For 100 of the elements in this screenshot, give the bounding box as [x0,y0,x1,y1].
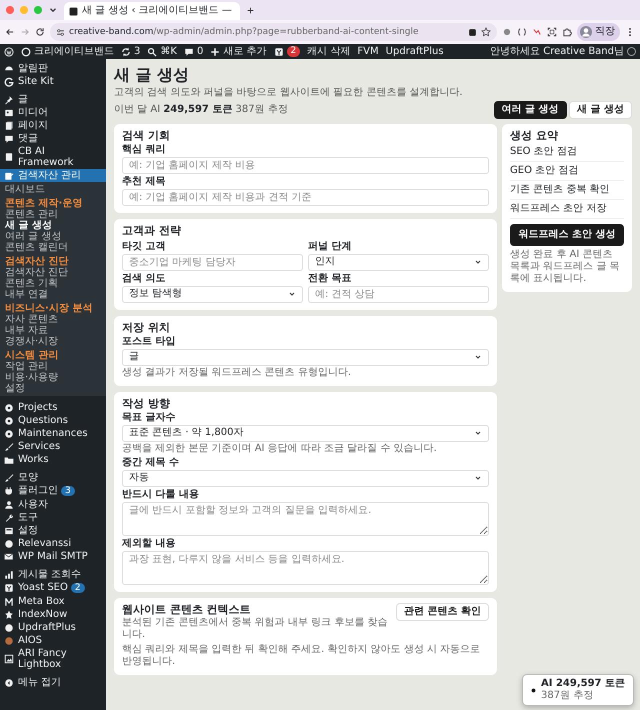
select-field[interactable]: 인지 [308,254,489,271]
profile-button[interactable]: 직장 [577,23,620,41]
sidebar-menu-item[interactable]: Questions [0,414,106,427]
text-area[interactable]: 글에 반드시 포함할 정보와 고객의 질문을 입력하세요. [122,502,489,536]
submenu-item[interactable]: 대시보드 [0,184,106,195]
favicon-icon [69,6,78,16]
section-title: 웹사이트 콘텐츠 컨텍스트 [122,602,252,616]
sidebar-menu-item[interactable]: Relevanssi [0,537,106,550]
document-icon [4,152,14,162]
submenu-item[interactable]: 작업 관리 [0,361,106,372]
sidebar-menu-item[interactable]: 미디어 [0,106,106,119]
submenu-item[interactable]: 콘텐츠 기획 [0,278,106,289]
text-area[interactable]: 과장 표현, 다루지 않을 서비스 등을 입력하세요. [122,550,489,585]
submenu-item[interactable]: 콘텐츠 캘린더 [0,242,106,253]
summary-item: GEO 초안 점검 [510,162,624,182]
page-subtitle: 고객의 검색 의도와 퍼널을 바탕으로 웹사이트에 필요한 콘텐츠를 설계합니다. [114,86,464,99]
sidebar-menu-item[interactable]: Works [0,453,106,466]
submenu-item[interactable]: 경쟁사·시장 [0,336,106,347]
wordpress-logo-icon[interactable] [4,46,14,56]
submenu-item[interactable]: 자사 콘텐츠 [0,314,106,325]
submenu-item[interactable]: 여러 글 생성 [0,231,106,242]
edit-icon [4,170,14,180]
browser-tab[interactable]: 새 글 생성 ‹ 크리에이티브밴드 — [64,2,240,20]
sidebar-menu-item[interactable]: 플러그인 3 [0,484,106,498]
comment-icon [184,46,194,56]
image-icon [4,654,14,664]
screenshot-icon[interactable] [547,27,557,37]
sidebar-menu-item[interactable]: 사용자 [0,498,106,511]
submenu-heading: 콘텐츠 제작·운영 [4,198,84,209]
submenu-item[interactable]: 검색자산 진단 [0,267,106,278]
sidebar-menu-item[interactable]: 모양 [0,471,106,484]
account-menu[interactable]: 안녕하세요 Creative Band님 [490,46,636,58]
sidebar-menu-item[interactable]: Projects [0,401,106,414]
sidebar-menu-item[interactable]: Maintenances [0,427,106,440]
sidebar-menu-item[interactable]: 페이지 [0,119,106,132]
sidebar-menu-item[interactable]: Yoast SEO 2 [0,581,106,595]
toolbar-item[interactable]: 새로 추가 [210,46,266,58]
m-logo-icon [4,596,14,606]
sidebar-menu-item[interactable]: Services [0,440,106,453]
select-field[interactable]: 자동 [122,470,489,487]
sidebar-menu-item[interactable]: CB AI Framework [0,145,106,169]
select-field[interactable]: 정보 탐색형 [122,286,303,303]
g-logo-icon [4,76,14,86]
select-field[interactable]: 표준 콘텐츠 · 약 1,800자 [122,424,489,442]
sidebar-menu-item[interactable]: 알림판 [0,62,106,75]
sidebar-menu-item[interactable]: 도구 [0,511,106,524]
sidebar-menu-item[interactable]: Site Kit [0,75,106,88]
check-content-button[interactable]: 관련 콘텐츠 확인 [396,602,489,621]
input-field[interactable]: 예: 기업 홈페이지 제작 비용 [122,157,489,174]
toolbar-item[interactable]: FVM [357,46,379,58]
sidebar-menu-item[interactable]: Meta Box [0,595,106,608]
sidebar-menu-item[interactable]: 메뉴 접기 [0,676,106,689]
toolbar-item[interactable]: 0 [184,46,204,58]
submenu-item[interactable]: 새 글 생성 [0,220,106,231]
submenu-heading: 검색자산 진단 [4,256,70,267]
action-button[interactable]: 여러 글 생성 [494,101,567,120]
sidebar-menu-item[interactable]: ARI Fancy Lightbox [0,647,106,671]
address-bar[interactable]: creative-band.com/wp-admin/admin.php?page=rubberband-ai-content-single [50,23,497,41]
submenu-item[interactable]: 내부 자료 [0,325,106,336]
toolbar-item[interactable]: UpdraftPlus [386,46,444,58]
settings-icon [4,526,14,536]
extension-icon[interactable] [468,28,477,36]
toolbar-item[interactable]: 3 [121,46,140,58]
sidebar-menu-item[interactable]: 글 [0,93,106,106]
new-tab-icon[interactable] [246,6,255,14]
submenu-item[interactable]: 콘텐츠 관리 [0,209,106,220]
create-draft-button[interactable]: 워드프레스 초안 생성 [510,224,624,246]
extension-icon[interactable] [517,27,527,37]
input-field[interactable]: 예: 기업 홈페이지 제작 비용과 견적 기준 [122,189,489,206]
help-text: 생성 완료 후 AI 콘텐츠 목록과 워드프레스 글 목록에 표시됩니다. [510,248,621,285]
field-label: 핵심 쿼리 [122,144,166,156]
sidebar-menu-item[interactable]: UpdraftPlus [0,621,106,634]
reload-icon[interactable] [35,27,45,37]
toolbar-item[interactable]: 캐시 삭제 [307,46,350,58]
action-button[interactable]: 새 글 생성 [569,101,632,120]
input-field[interactable]: 중소기업 마케팅 담당자 [122,254,303,271]
toolbar-item[interactable]: ⌘K [147,46,177,58]
chevron-down-icon [474,353,482,362]
sidebar-menu-item[interactable]: 댓글 [0,132,106,145]
sidebar-menu-item[interactable]: 게시물 조회수 [0,568,106,581]
toolbar-item[interactable]: 2 [274,46,300,57]
submenu-item[interactable]: 내부 연결 [0,289,106,300]
input-field[interactable]: 예: 견적 상담 [308,286,489,303]
select-field[interactable]: 글 [122,348,489,366]
pushpin-icon [4,94,14,104]
sidebar-menu-item[interactable]: WP Mail SMTP [0,550,106,563]
sidebar-menu-item[interactable]: IndexNow [0,608,106,621]
sidebar-menu-item[interactable]: 설정 [0,524,106,537]
submenu-item[interactable]: 비용·사용량 [0,372,106,383]
star-icon [4,610,14,620]
field-label: 포스트 타입 [122,336,176,348]
puzzle-icon[interactable] [562,27,572,37]
sidebar-menu-item[interactable]: 검색자산 관리 [0,169,106,182]
sidebar-menu-item[interactable]: AIOS [0,634,106,647]
submenu-item[interactable]: 설정 [0,383,106,394]
back-icon[interactable] [5,27,15,37]
site-settings-icon[interactable] [56,28,65,36]
bookmark-star-icon[interactable] [481,27,491,37]
toolbar-item[interactable]: 크리에이티브밴드 [21,46,114,58]
chevron-down-icon [288,290,296,298]
